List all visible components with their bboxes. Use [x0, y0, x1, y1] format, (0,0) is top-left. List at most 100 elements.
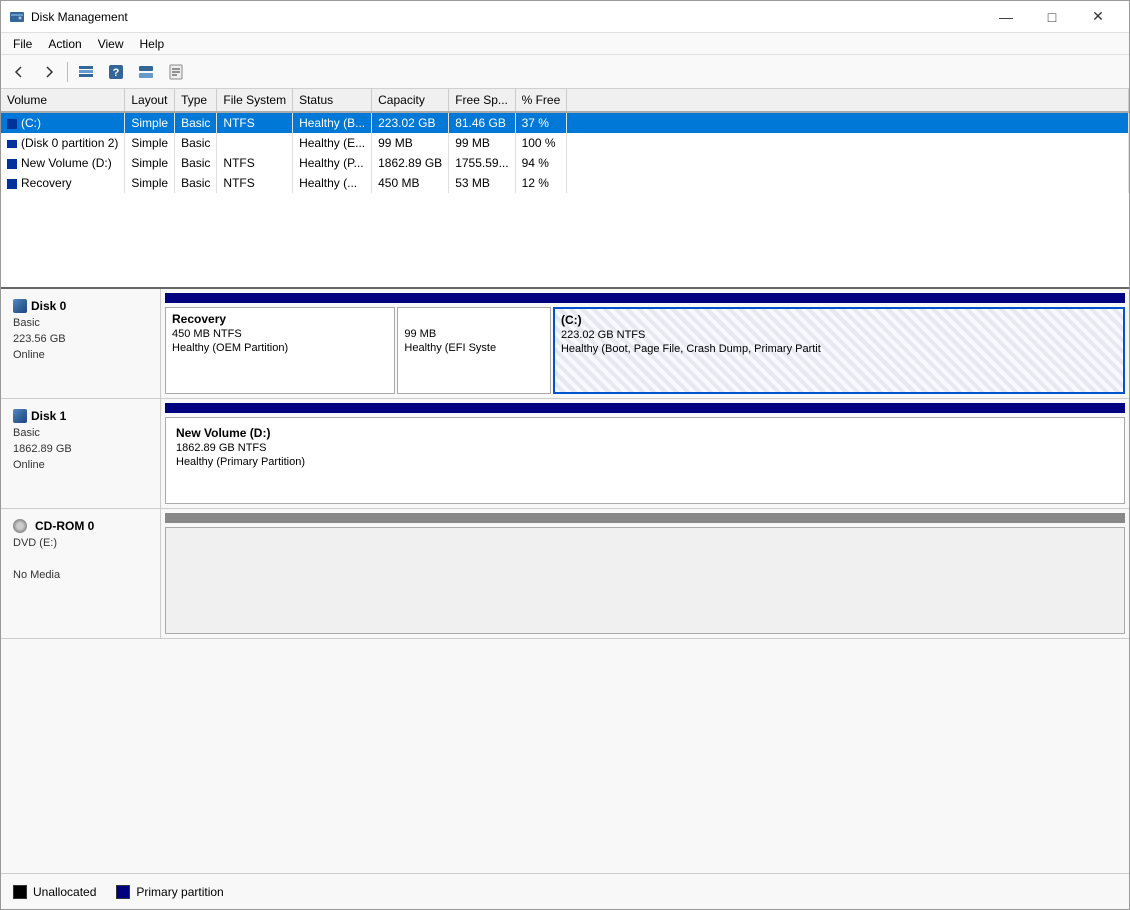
cell-type: Basic	[175, 133, 217, 153]
cdrom0-label: CD-ROM 0 DVD (E:) No Media	[1, 509, 161, 638]
disk1-type: Basic	[13, 427, 148, 439]
volume-table-section: Volume Layout Type File System Status Ca…	[1, 89, 1129, 289]
disk1-status: Online	[13, 459, 148, 471]
cell-status: Healthy (P...	[293, 153, 372, 173]
disk0-c-partition[interactable]: (C:) 223.02 GB NTFS Healthy (Boot, Page …	[553, 307, 1125, 394]
cell-type: Basic	[175, 112, 217, 133]
forward-button[interactable]	[35, 59, 63, 85]
disk0-recovery-partition[interactable]: Recovery 450 MB NTFS Healthy (OEM Partit…	[165, 307, 395, 394]
disk0-name: Disk 0	[13, 299, 148, 313]
table-row[interactable]: (C:)SimpleBasicNTFSHealthy (B...223.02 G…	[1, 112, 1129, 133]
disk1-d-partition[interactable]: New Volume (D:) 1862.89 GB NTFS Healthy …	[165, 417, 1125, 504]
cell-status: Healthy (B...	[293, 112, 372, 133]
cell-extra	[567, 153, 1129, 173]
table-row[interactable]: New Volume (D:)SimpleBasicNTFSHealthy (P…	[1, 153, 1129, 173]
main-window: Disk Management — □ ✕ File Action View H…	[0, 0, 1130, 910]
col-free[interactable]: Free Sp...	[449, 89, 515, 112]
disk0-header-bar	[165, 293, 1125, 303]
menu-action[interactable]: Action	[40, 35, 89, 53]
cell-layout: Simple	[125, 112, 175, 133]
cdrom0-empty	[165, 527, 1125, 634]
col-type[interactable]: Type	[175, 89, 217, 112]
disk0-icon	[13, 299, 27, 313]
legend-primary-label: Primary partition	[136, 885, 223, 899]
col-pct-free[interactable]: % Free	[515, 89, 567, 112]
cdrom0-status	[13, 553, 148, 565]
col-extra	[567, 89, 1129, 112]
col-layout[interactable]: Layout	[125, 89, 175, 112]
col-filesystem[interactable]: File System	[217, 89, 293, 112]
col-status[interactable]: Status	[293, 89, 372, 112]
disk0-parts-row: Recovery 450 MB NTFS Healthy (OEM Partit…	[165, 307, 1125, 394]
disk-view-icon	[138, 64, 154, 80]
cell-type: Basic	[175, 173, 217, 193]
cdrom0-header-bar	[165, 513, 1125, 523]
d-status: Healthy (Primary Partition)	[176, 456, 1114, 468]
efi-size: 99 MB	[404, 328, 544, 340]
help-icon: ?	[108, 64, 124, 80]
disk1-icon	[13, 409, 27, 423]
recovery-status: Healthy (OEM Partition)	[172, 342, 388, 354]
title-controls: — □ ✕	[983, 1, 1121, 33]
cdrom0-row: CD-ROM 0 DVD (E:) No Media	[1, 509, 1129, 639]
volume-icon	[7, 140, 17, 148]
cell-filesystem	[217, 133, 293, 153]
cell-free: 99 MB	[449, 133, 515, 153]
minimize-button[interactable]: —	[983, 1, 1029, 33]
legend-unallocated-label: Unallocated	[33, 885, 96, 899]
properties-button[interactable]	[162, 59, 190, 85]
svg-text:?: ?	[113, 67, 120, 79]
disk1-label: Disk 1 Basic 1862.89 GB Online	[1, 399, 161, 508]
recovery-name: Recovery	[172, 312, 388, 326]
disk0-status: Online	[13, 349, 148, 361]
cell-volume: Recovery	[1, 173, 125, 193]
maximize-button[interactable]: □	[1029, 1, 1075, 33]
close-button[interactable]: ✕	[1075, 1, 1121, 33]
disk0-label: Disk 0 Basic 223.56 GB Online	[1, 289, 161, 398]
disk-view-button[interactable]	[132, 59, 160, 85]
c-name: (C:)	[561, 313, 1117, 327]
title-text: Disk Management	[31, 10, 128, 24]
toolbar-separator-1	[67, 62, 68, 82]
cell-free: 53 MB	[449, 173, 515, 193]
cell-status: Healthy (E...	[293, 133, 372, 153]
toolbar: ?	[1, 55, 1129, 89]
help-button[interactable]: ?	[102, 59, 130, 85]
cell-pct_free: 94 %	[515, 153, 567, 173]
volume-icon	[7, 159, 17, 169]
menu-bar: File Action View Help	[1, 33, 1129, 55]
back-button[interactable]	[5, 59, 33, 85]
cell-filesystem: NTFS	[217, 153, 293, 173]
back-icon	[12, 65, 26, 79]
disk1-size: 1862.89 GB	[13, 443, 148, 455]
disk0-type: Basic	[13, 317, 148, 329]
content-area: Volume Layout Type File System Status Ca…	[1, 89, 1129, 909]
col-capacity[interactable]: Capacity	[372, 89, 449, 112]
c-status: Healthy (Boot, Page File, Crash Dump, Pr…	[561, 343, 1117, 355]
cell-capacity: 99 MB	[372, 133, 449, 153]
title-bar-left: Disk Management	[9, 9, 128, 25]
volume-table: Volume Layout Type File System Status Ca…	[1, 89, 1129, 193]
legend-bar: Unallocated Primary partition	[1, 873, 1129, 909]
cell-volume: New Volume (D:)	[1, 153, 125, 173]
col-volume[interactable]: Volume	[1, 89, 125, 112]
cell-volume: (Disk 0 partition 2)	[1, 133, 125, 153]
menu-view[interactable]: View	[90, 35, 132, 53]
cell-pct_free: 37 %	[515, 112, 567, 133]
table-row[interactable]: RecoverySimpleBasicNTFSHealthy (...450 M…	[1, 173, 1129, 193]
disk0-efi-partition[interactable]: 99 MB Healthy (EFI Syste	[397, 307, 551, 394]
volume-list-button[interactable]	[72, 59, 100, 85]
menu-file[interactable]: File	[5, 35, 40, 53]
disk1-partitions: New Volume (D:) 1862.89 GB NTFS Healthy …	[161, 399, 1129, 508]
d-name: New Volume (D:)	[176, 426, 1114, 440]
cell-layout: Simple	[125, 173, 175, 193]
cdrom0-type: DVD (E:)	[13, 537, 148, 549]
cdrom0-nomedia: No Media	[13, 569, 148, 581]
table-row[interactable]: (Disk 0 partition 2)SimpleBasicHealthy (…	[1, 133, 1129, 153]
legend-primary: Primary partition	[116, 885, 223, 899]
disk1-name: Disk 1	[13, 409, 148, 423]
cell-extra	[567, 133, 1129, 153]
menu-help[interactable]: Help	[132, 35, 173, 53]
legend-primary-box	[116, 885, 130, 899]
title-bar: Disk Management — □ ✕	[1, 1, 1129, 33]
